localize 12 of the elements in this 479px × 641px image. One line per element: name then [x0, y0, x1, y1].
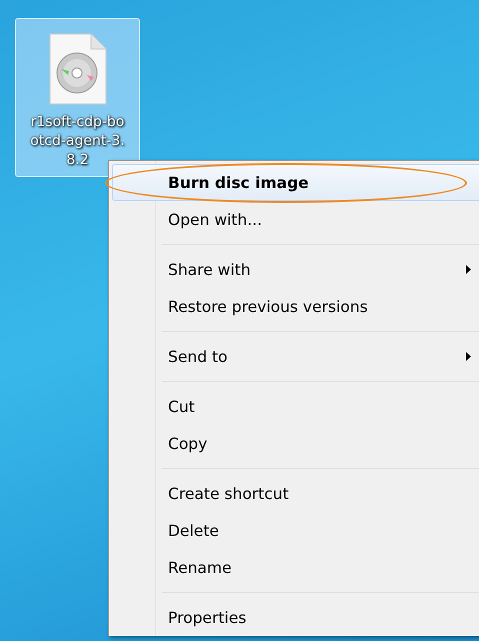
- menu-item[interactable]: Rename: [112, 549, 479, 586]
- menu-item[interactable]: Share with: [112, 251, 479, 288]
- menu-item[interactable]: Burn disc image: [112, 164, 479, 201]
- menu-item[interactable]: Delete: [112, 512, 479, 549]
- menu-item[interactable]: Copy: [112, 425, 479, 462]
- menu-item[interactable]: Open with...: [112, 201, 479, 238]
- menu-item[interactable]: Create shortcut: [112, 475, 479, 512]
- menu-item[interactable]: Properties: [112, 599, 479, 636]
- menu-item[interactable]: Restore previous versions: [112, 288, 479, 325]
- menu-item[interactable]: Send to: [112, 338, 479, 375]
- disc-file-icon: [48, 33, 106, 105]
- menu-item[interactable]: Cut: [112, 388, 479, 425]
